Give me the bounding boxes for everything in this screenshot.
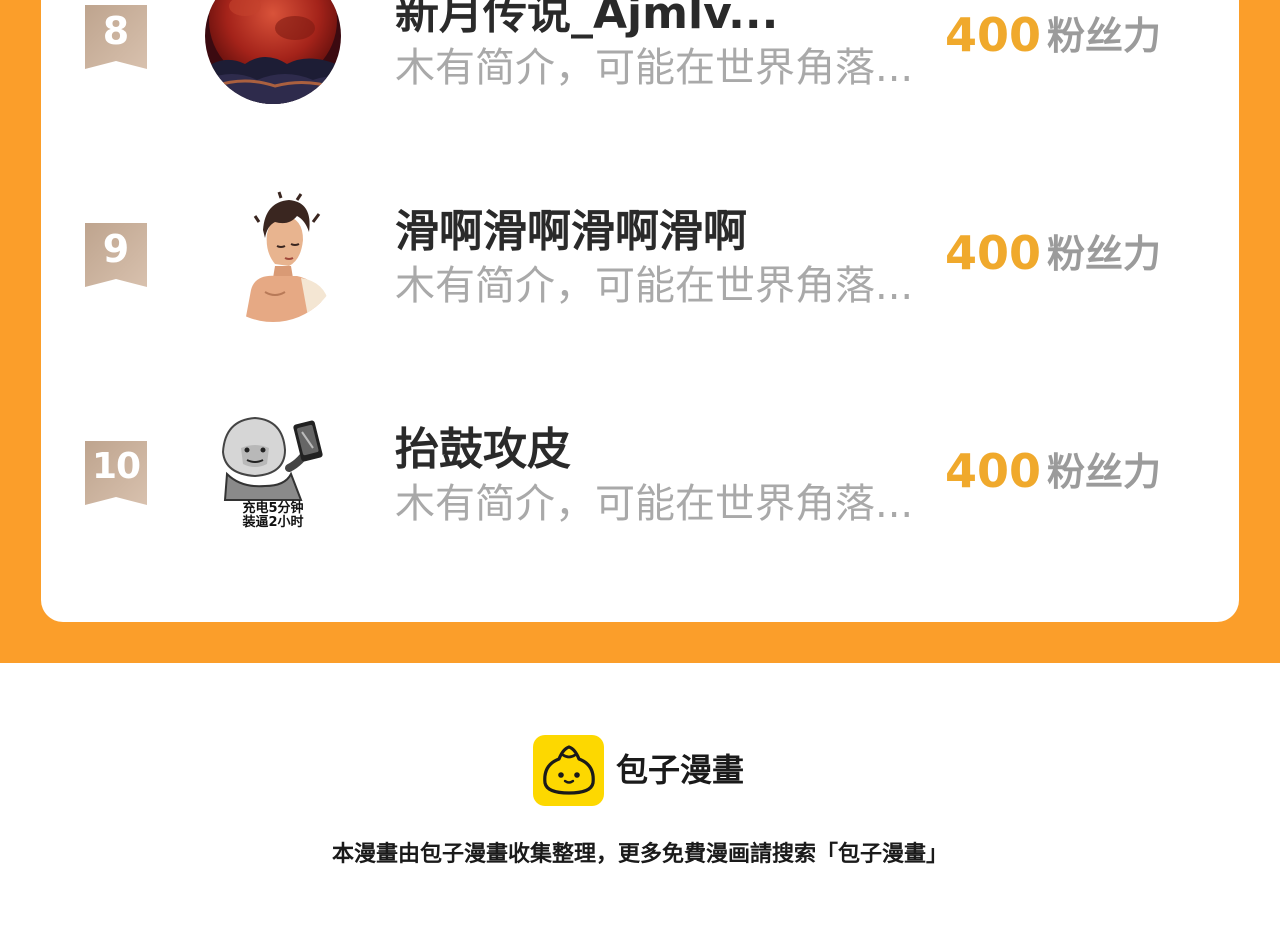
fan-count: 400 bbox=[945, 226, 1042, 280]
fan-count: 400 bbox=[945, 444, 1042, 498]
meme-caption-1: 充电5分钟 bbox=[242, 501, 304, 516]
rank-badge: 8 bbox=[85, 5, 147, 69]
brand-name[interactable]: 包子漫畫 bbox=[616, 748, 744, 792]
ranking-row[interactable]: 10 充电5分钟 装逼2小时 抬鼓攻皮 木有简介，可能在世界角落... 400 … bbox=[41, 396, 1239, 576]
rank-number: 8 bbox=[102, 9, 130, 53]
blood-moon-avatar-image bbox=[205, 0, 341, 104]
rank-badge: 9 bbox=[85, 223, 147, 287]
ranking-row[interactable]: 8 新月传说_Ajmlv... 木有简介，可能在世界角落... 400 粉丝力 bbox=[41, 0, 1239, 140]
bun-logo-icon[interactable] bbox=[533, 735, 604, 806]
user-bio: 木有简介，可能在世界角落... bbox=[395, 45, 914, 91]
user-name[interactable]: 滑啊滑啊滑啊滑啊 bbox=[395, 206, 747, 258]
ranking-row[interactable]: 9 滑啊滑啊滑啊滑啊 木有简介，可能在世界角落... 400 粉丝力 bbox=[41, 178, 1239, 358]
rank-number: 9 bbox=[102, 227, 130, 271]
fan-count: 400 bbox=[945, 8, 1042, 62]
fan-unit-label: 粉丝力 bbox=[1047, 450, 1162, 494]
user-avatar[interactable] bbox=[205, 0, 341, 104]
user-avatar[interactable]: 充电5分钟 装逼2小时 bbox=[205, 404, 341, 540]
ranking-card: 8 新月传说_Ajmlv... 木有简介，可能在世界角落... 400 粉丝力 … bbox=[41, 0, 1239, 622]
fan-unit-label: 粉丝力 bbox=[1047, 232, 1162, 276]
anime-boy-avatar-image bbox=[205, 186, 341, 322]
user-avatar[interactable] bbox=[205, 186, 341, 322]
rank-badge: 10 bbox=[85, 441, 147, 505]
fan-unit-label: 粉丝力 bbox=[1047, 14, 1162, 58]
footer-note: 本漫畫由包子漫畫收集整理，更多免費漫画請搜索「包子漫畫」 bbox=[331, 842, 948, 867]
user-name[interactable]: 抬鼓攻皮 bbox=[395, 424, 571, 476]
user-bio: 木有简介，可能在世界角落... bbox=[395, 481, 914, 527]
user-bio: 木有简介，可能在世界角落... bbox=[395, 263, 914, 309]
user-name[interactable]: 新月传说_Ajmlv... bbox=[395, 0, 778, 40]
rank-number: 10 bbox=[91, 446, 141, 487]
meme-caption-2: 装逼2小时 bbox=[242, 515, 304, 530]
